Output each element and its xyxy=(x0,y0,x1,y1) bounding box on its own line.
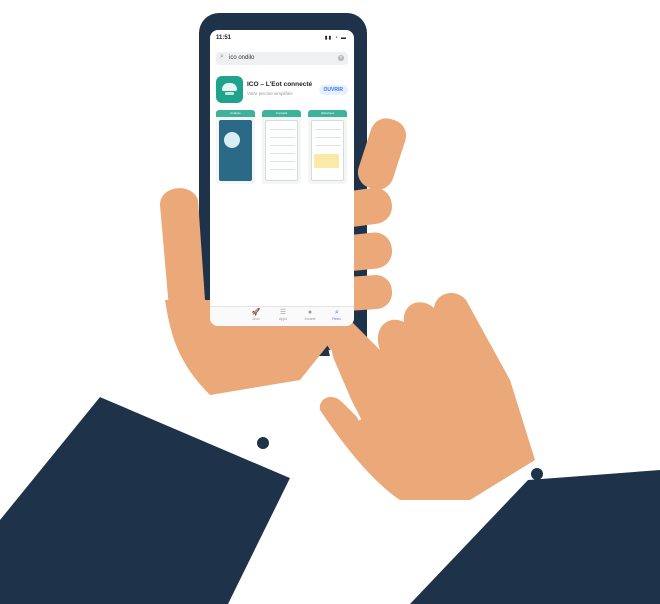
search-icon: ⌕ xyxy=(220,53,224,60)
status-icons: ▮▮ ◔ ▬ xyxy=(324,35,347,41)
clear-icon[interactable]: × xyxy=(338,55,344,61)
screenshot-1[interactable]: Analyse xyxy=(216,110,255,184)
tab-arcade[interactable]: ● Arcade xyxy=(300,309,320,321)
screenshot-caption: Conseils xyxy=(275,111,288,115)
status-time: 11:51 xyxy=(216,35,232,41)
screenshot-caption: Historique xyxy=(320,111,335,115)
tab-games[interactable]: 🚀 Jeux xyxy=(246,309,266,321)
screenshot-2[interactable]: Conseils xyxy=(262,110,301,184)
tab-apps[interactable]: ☰ Apps xyxy=(273,309,293,321)
search-icon: ⌕ xyxy=(335,309,339,316)
screenshot-3[interactable]: Historique xyxy=(308,110,347,184)
arcade-icon: ● xyxy=(307,309,313,316)
search-input[interactable]: ⌕ ico ondilo × xyxy=(216,52,348,65)
tab-bar: 🚀 Jeux ☰ Apps ● Arcade ⌕ Rech. xyxy=(210,306,354,326)
rocket-icon: 🚀 xyxy=(251,309,261,316)
phone-screen: 11:51 ▮▮ ◔ ▬ ⌕ ico ondilo × ICO – L'Eot … xyxy=(210,30,354,326)
tab-search[interactable]: ⌕ Rech. xyxy=(327,309,347,321)
layers-icon: ☰ xyxy=(279,309,287,316)
screenshot-caption: Analyse xyxy=(230,111,241,115)
app-subtitle: Votre piscine simplifiée xyxy=(247,91,293,96)
left-cuff-button xyxy=(257,437,269,449)
get-button[interactable]: OUVRIR xyxy=(318,85,348,95)
app-name[interactable]: ICO – L'Eot connecté xyxy=(247,81,312,88)
ico-dome-icon[interactable] xyxy=(216,76,243,103)
search-query: ico ondilo xyxy=(229,55,255,61)
app-screenshots[interactable]: Analyse Conseils Historique xyxy=(216,110,348,185)
right-cuff-button xyxy=(531,468,543,480)
